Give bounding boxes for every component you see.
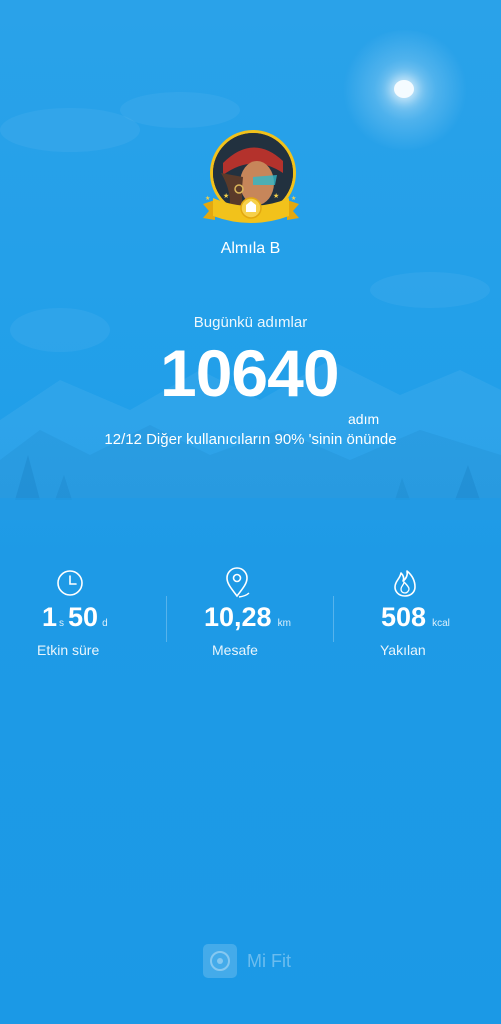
calories-value: 508 (381, 602, 427, 632)
distance-value-row: 10,28 km (204, 602, 291, 633)
steps-title: Bugünkü adımlar (193, 314, 308, 331)
active-time-hours: 1 (42, 602, 58, 632)
active-time-minutes-unit: d (102, 618, 108, 629)
svg-text:★: ★ (273, 192, 279, 200)
brand-name: Mi Fit (247, 951, 291, 971)
svg-text:★: ★ (205, 195, 210, 202)
calories-unit: kcal (432, 618, 450, 629)
home-screen: ★ ★ ★ ★ Almıla B Bugünkü adımlar 10640 a… (0, 0, 501, 1024)
app-brand: Mi Fit (203, 944, 343, 980)
distance-unit: km (277, 618, 291, 629)
distance-value: 10,28 (204, 602, 272, 632)
sun-icon (394, 80, 414, 98)
stat-active-time[interactable]: 1 s 50 d Etkin süre (0, 562, 167, 672)
clock-icon (57, 570, 83, 596)
calories-label: Yakılan (380, 642, 426, 658)
user-name: Almıla B (220, 240, 281, 257)
stat-calories[interactable]: 508 kcal Yakılan (334, 562, 501, 672)
stats-row: 1 s 50 d Etkin süre 10,28 km Mesafe 508 kc (0, 562, 501, 672)
steps-summary[interactable]: Bugünkü adımlar 10640 adım 12/12 Diğer k… (0, 314, 501, 448)
steps-count: 10640 (160, 336, 340, 410)
rank-text: 12/12 Diğer kullanıcıların 90% 'sinin ön… (104, 431, 397, 448)
calories-value-row: 508 kcal (381, 602, 450, 633)
badge-ribbon-icon: ★ ★ ★ ★ (202, 192, 299, 223)
avatar-badge[interactable]: ★ ★ ★ ★ (201, 128, 301, 232)
active-time-value: 1 s 50 d (42, 602, 108, 633)
active-time-hours-unit: s (59, 618, 65, 629)
flame-icon (394, 570, 416, 597)
mi-fit-logo-icon (203, 944, 237, 978)
svg-text:★: ★ (291, 195, 296, 202)
steps-count-row: 10640 adım (0, 335, 501, 427)
active-time-label: Etkin süre (37, 642, 100, 658)
active-time-minutes: 50 (68, 602, 99, 632)
profile-section[interactable]: ★ ★ ★ ★ Almıla B (0, 128, 501, 258)
steps-unit: adım (348, 411, 380, 427)
svg-text:★: ★ (223, 192, 229, 200)
distance-label: Mesafe (212, 642, 258, 658)
stat-distance[interactable]: 10,28 km Mesafe (167, 562, 334, 672)
location-pin-icon (226, 567, 250, 598)
